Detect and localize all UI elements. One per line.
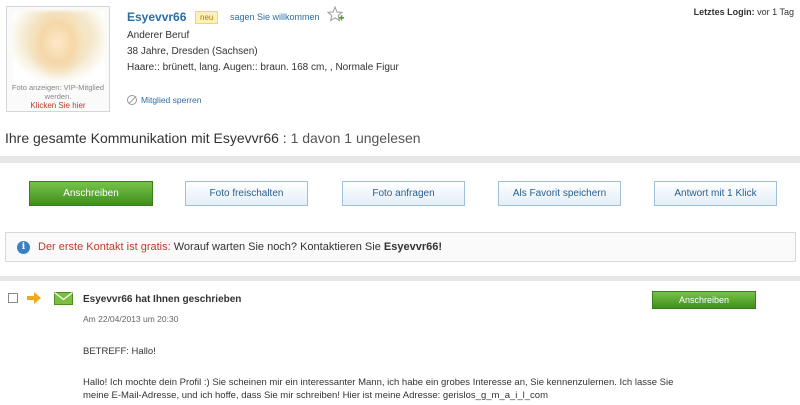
communication-count: 1 davon 1 ungelesen — [290, 130, 421, 146]
photo-hint: Foto anzeigen: VIP-Mitglied werden. — [11, 83, 105, 101]
info-icon: i — [17, 241, 30, 254]
communication-title: Ihre gesamte Kommunikation mit Esyevvr66… — [5, 130, 421, 146]
profile-photo-box[interactable]: Foto anzeigen: VIP-Mitglied werden. Klic… — [6, 6, 110, 112]
request-photo-button[interactable]: Foto anfragen — [342, 181, 465, 206]
photo-unlock-link[interactable]: Klicken Sie hier — [9, 101, 107, 110]
one-click-reply-button[interactable]: Antwort mit 1 Klick — [654, 181, 777, 206]
profile-age-location: 38 Jahre, Dresden (Sachsen) — [127, 46, 258, 57]
banner-highlight: Der erste Kontakt ist gratis: — [38, 241, 171, 253]
block-member-row[interactable]: Mitglied sperren — [127, 95, 201, 105]
banner-username: Esyevvr66! — [383, 241, 442, 253]
section-divider — [0, 156, 800, 163]
new-badge: neu — [195, 11, 219, 24]
message-write-button[interactable]: Anschreiben — [652, 291, 756, 309]
communication-title-text: Ihre gesamte Kommunikation mit Esyevvr66… — [5, 130, 287, 146]
message-divider — [0, 276, 800, 281]
last-login-label: Letztes Login: — [693, 7, 755, 17]
profile-attributes: Haare:: brünett, lang. Augen:: braun. 16… — [127, 62, 399, 73]
message-body: Hallo! Ich mochte dein Profil :) Sie sch… — [83, 377, 674, 401]
last-login: Letztes Login: vor 1 Tag — [694, 7, 794, 17]
arrow-right-icon — [27, 292, 41, 304]
banner-message: Worauf warten Sie noch? Kontaktieren Sie — [173, 241, 381, 253]
star-add-icon[interactable] — [327, 6, 345, 24]
message-date: Am 22/04/2013 um 20:30 — [83, 314, 179, 324]
message-subject: BETREFF: Hallo! — [83, 346, 156, 357]
profile-photo[interactable] — [13, 11, 105, 83]
message-checkbox[interactable] — [8, 293, 18, 303]
profile-username[interactable]: Esyevvr66 — [127, 10, 186, 24]
profile-job: Anderer Beruf — [127, 30, 190, 41]
unlock-photo-button[interactable]: Foto freischalten — [185, 181, 308, 206]
last-login-value: vor 1 Tag — [757, 7, 794, 17]
block-member-link[interactable]: Mitglied sperren — [141, 95, 201, 105]
block-icon — [127, 95, 137, 105]
write-button[interactable]: Anschreiben — [29, 181, 153, 206]
first-contact-banner: i Der erste Kontakt ist gratis: Worauf w… — [5, 232, 796, 262]
message-title[interactable]: Esyevvr66 hat Ihnen geschrieben — [83, 294, 241, 305]
envelope-icon — [54, 292, 73, 305]
say-welcome-link[interactable]: sagen Sie willkommen — [230, 12, 320, 22]
banner-text: Der erste Kontakt ist gratis: Worauf war… — [38, 241, 442, 253]
save-favorite-button[interactable]: Als Favorit speichern — [498, 181, 621, 206]
